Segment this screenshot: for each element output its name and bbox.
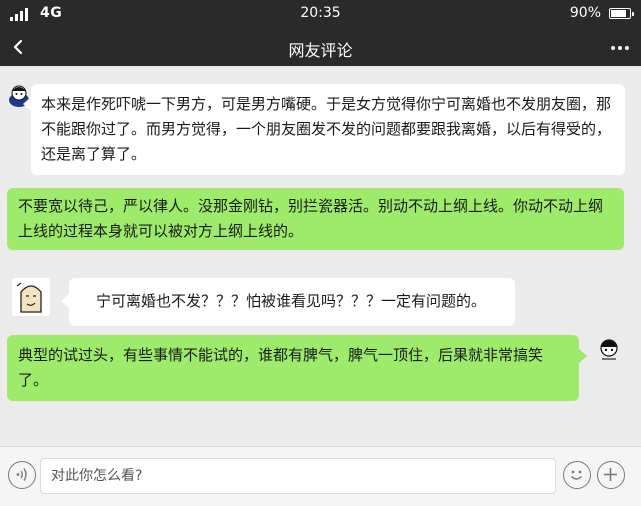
more-button[interactable] (605, 32, 635, 62)
comment-input[interactable] (40, 458, 556, 494)
emoji-button[interactable] (563, 461, 591, 489)
voice-icon (16, 468, 27, 481)
cartoon-avatar-icon (12, 278, 50, 316)
cartoon-avatar-icon (596, 336, 622, 362)
nav-bar: 网友评论 (0, 28, 641, 66)
plus-icon (604, 468, 617, 481)
app-screen: 4G 20:35 90% 网友评论 本来是作死吓唬一下男方，可是男方嘴硬。于是女… (0, 0, 641, 506)
input-bar (0, 446, 641, 506)
message-text: 不要宽以待己，严以律人。没那金刚钻，别拦瓷器活。别动不动上纲上线。你动不动上纲上… (18, 197, 604, 240)
emoji-icon (570, 470, 583, 480)
voice-button[interactable] (8, 461, 36, 489)
message-text: 本来是作死吓唬一下男方，可是男方嘴硬。于是女方觉得你宁可离婚也不发朋友圈，那不能… (41, 95, 612, 163)
bubble-tail (23, 97, 31, 111)
battery-percent: 90% (569, 5, 601, 21)
message-text: 宁可离婚也不发？？？怕被谁看见吗？？？一定有问题的。 (96, 292, 487, 310)
message-bubble: 宁可离婚也不发？？？怕被谁看见吗？？？一定有问题的。 (69, 278, 515, 326)
message-bubble: 典型的试过头，有些事情不能试的，谁都有脾气，脾气一顶住，后果就非常搞笑了。 (7, 335, 579, 401)
more-dots-icon (611, 46, 629, 50)
status-time: 20:35 (300, 5, 341, 21)
status-bar: 4G 20:35 90% (0, 0, 641, 28)
battery-icon (609, 8, 634, 19)
message-bubble: 本来是作死吓唬一下男方，可是男方嘴硬。于是女方觉得你宁可离婚也不发朋友圈，那不能… (31, 84, 625, 175)
page-title: 网友评论 (288, 41, 353, 60)
bubble-tail (61, 294, 69, 308)
message-bubble: 不要宽以待己，严以律人。没那金刚钻，别拦瓷器活。别动不动上纲上线。你动不动上纲上… (7, 188, 624, 250)
add-button[interactable] (597, 461, 625, 489)
chat-area: 本来是作死吓唬一下男方，可是男方嘴硬。于是女方觉得你宁可离婚也不发朋友圈，那不能… (0, 66, 641, 446)
avatar[interactable] (596, 336, 622, 362)
message-text: 典型的试过头，有些事情不能试的，谁都有脾气，脾气一顶住，后果就非常搞笑了。 (18, 346, 544, 389)
bubble-tail (579, 349, 587, 363)
avatar[interactable] (12, 278, 50, 316)
battery-fill (611, 10, 627, 17)
